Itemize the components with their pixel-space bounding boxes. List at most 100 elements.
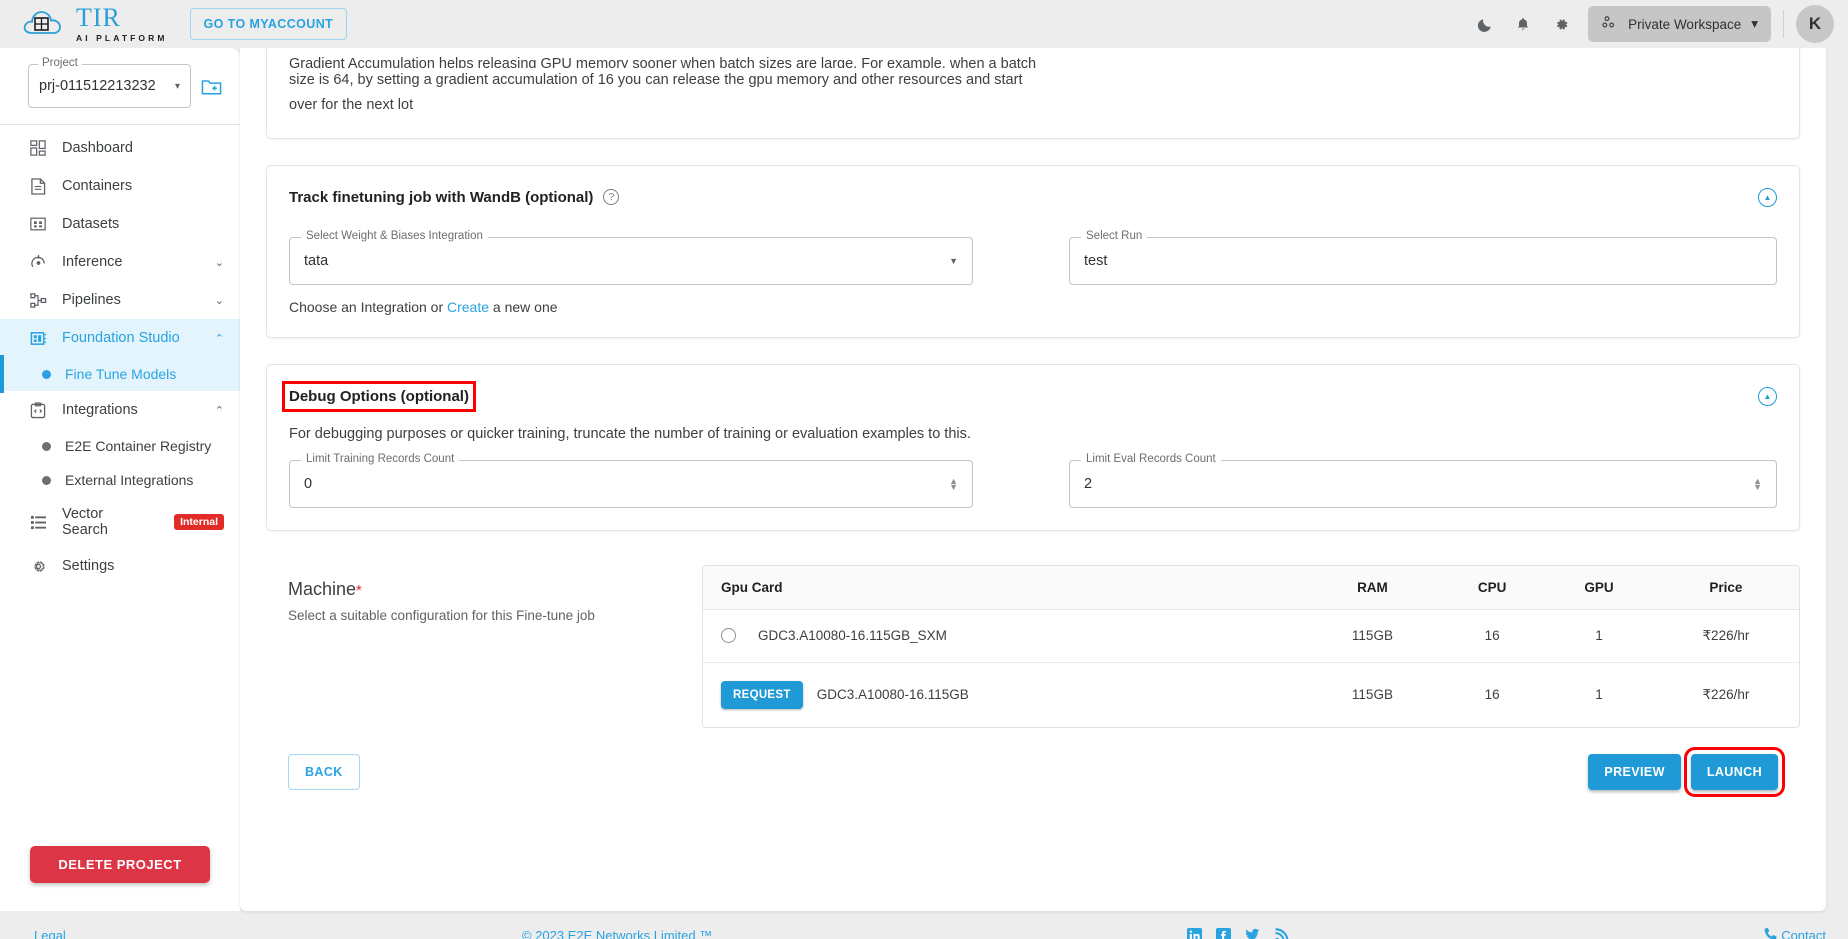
- required-marker: *: [356, 581, 362, 599]
- wandb-note-suffix: a new one: [489, 298, 558, 315]
- project-value: prj-011512213232: [39, 78, 156, 94]
- sidebar-item-containers[interactable]: Containers: [0, 167, 240, 205]
- question-mark-icon[interactable]: ?: [603, 189, 620, 206]
- sidebar-item-integrations[interactable]: Integrations ⌃: [0, 391, 240, 429]
- stepper-down-icon[interactable]: ▼: [1753, 482, 1762, 491]
- limit-eval-records-value: 2: [1084, 475, 1093, 492]
- debug-options-title: Debug Options (optional): [282, 380, 476, 412]
- machine-table: Gpu Card RAM CPU GPU Price GDC3.A10080-1…: [703, 565, 1799, 727]
- facebook-icon[interactable]: [1216, 927, 1232, 939]
- go-to-myaccount-button[interactable]: GO TO MYACCOUNT: [189, 8, 348, 40]
- wandb-note-prefix: Choose an Integration or: [289, 298, 447, 315]
- table-row[interactable]: REQUEST GDC3.A10080-16.115GB 115GB 16 1 …: [703, 662, 1799, 727]
- sidebar-item-fine-tune-models[interactable]: Fine Tune Models: [0, 355, 240, 393]
- wandb-card-header: Track finetuning job with WandB (optiona…: [267, 166, 1799, 211]
- limit-eval-records-legend: Limit Eval Records Count: [1081, 452, 1221, 465]
- create-integration-link[interactable]: Create: [447, 299, 489, 315]
- table-row[interactable]: GDC3.A10080-16.115GB_SXM 115GB 16 1 ₹226…: [703, 609, 1799, 663]
- new-folder-icon[interactable]: [201, 77, 222, 96]
- legal-link-wrap: Legal: [22, 928, 222, 939]
- page-footer: Legal © 2023 E2E Networks Limited ™ Cont…: [0, 911, 1848, 939]
- sidebar-item-settings[interactable]: Settings: [0, 547, 240, 585]
- machine-title: Machine*: [288, 579, 702, 600]
- machine-info: Machine* Select a suitable configuration…: [266, 565, 702, 728]
- divider: [1783, 10, 1784, 38]
- settings-gear-icon: [28, 556, 48, 576]
- contact-link[interactable]: Contact: [1764, 927, 1826, 939]
- gear-icon[interactable]: [1542, 5, 1580, 43]
- wandb-integration-select[interactable]: Select Weight & Biases Integration tata …: [289, 229, 973, 285]
- avatar[interactable]: K: [1796, 5, 1834, 43]
- sidebar-item-foundation-studio[interactable]: Foundation Studio ⌃: [0, 319, 240, 357]
- chevron-up-icon: ⌃: [214, 332, 224, 345]
- sidebar-item-label: Dashboard: [62, 140, 133, 156]
- debug-description: For debugging purposes or quicker traini…: [289, 425, 971, 442]
- launch-button[interactable]: LAUNCH: [1683, 746, 1786, 797]
- sidebar-item-label: Settings: [62, 558, 115, 574]
- brand-tagline: AI PLATFORM: [76, 33, 168, 44]
- primary-actions: PREVIEW LAUNCH: [1588, 746, 1786, 797]
- machine-section: Machine* Select a suitable configuration…: [266, 557, 1800, 728]
- chevron-down-icon: ⌄: [214, 294, 224, 307]
- contact-label: Contact: [1781, 927, 1826, 939]
- sidebar-item-pipelines[interactable]: Pipelines ⌄: [0, 281, 240, 319]
- wandb-run-input[interactable]: Select Run test: [1069, 229, 1777, 285]
- workspace-selector[interactable]: Private Workspace ▾: [1588, 6, 1771, 42]
- foundation-studio-icon: [28, 328, 48, 348]
- limit-training-records-value: 0: [304, 475, 313, 492]
- bullet-icon: [42, 369, 51, 379]
- wandb-integration-legend: Select Weight & Biases Integration: [301, 229, 488, 242]
- sidebar-item-e2e-container-registry[interactable]: E2E Container Registry: [0, 429, 240, 463]
- delete-project-button[interactable]: DELETE PROJECT: [30, 846, 210, 883]
- gpu-count-cell: 1: [1545, 609, 1653, 663]
- request-button[interactable]: REQUEST: [721, 680, 803, 709]
- sidebar-item-dashboard[interactable]: Dashboard: [0, 129, 240, 167]
- linkedin-icon[interactable]: [1187, 927, 1203, 939]
- brand-name: TIR: [76, 3, 121, 33]
- limit-training-records-input[interactable]: Limit Training Records Count 0 ▲ ▼: [289, 452, 973, 508]
- gradient-note-line-3: over for the next lot: [289, 96, 414, 113]
- gpu-radio-button[interactable]: [721, 628, 736, 644]
- bell-icon[interactable]: [1504, 5, 1542, 43]
- wandb-run-legend: Select Run: [1081, 229, 1148, 242]
- collapse-up-icon[interactable]: ▲: [1758, 187, 1777, 207]
- vector-search-icon: [28, 512, 48, 532]
- project-select[interactable]: Project prj-011512213232 ▾: [28, 57, 191, 108]
- legal-link[interactable]: Legal: [34, 928, 66, 939]
- bullet-icon: [42, 475, 51, 485]
- twitter-icon[interactable]: [1245, 928, 1260, 939]
- sidebar-item-inference[interactable]: Inference ⌄: [0, 243, 240, 281]
- debug-options-card: Debug Options (optional) ▲ For debugging…: [266, 363, 1800, 531]
- column-header-gpu: GPU: [1545, 565, 1653, 610]
- gpu-card-cell: GDC3.A10080-16.115GB_SXM: [703, 609, 1306, 663]
- collapse-up-icon[interactable]: ▲: [1758, 386, 1777, 406]
- preview-button[interactable]: PREVIEW: [1588, 753, 1681, 790]
- brand-logo: TIR AI PLATFORM: [22, 5, 168, 43]
- number-stepper[interactable]: ▲ ▼: [1753, 476, 1762, 491]
- workspace-icon: [1601, 14, 1618, 34]
- copyright-text: © 2023 E2E Networks Limited ™: [522, 927, 713, 939]
- sidebar: Project prj-011512213232 ▾ Dashboard Con…: [0, 48, 240, 911]
- moon-icon[interactable]: [1466, 5, 1504, 43]
- sidebar-divider: [0, 124, 240, 125]
- number-stepper[interactable]: ▲ ▼: [949, 476, 958, 491]
- sidebar-subitem-label: E2E Container Registry: [65, 438, 212, 454]
- main-content: Gradient Accumulation helps releasing GP…: [240, 48, 1826, 911]
- chevron-down-icon: ▾: [174, 80, 180, 92]
- table-body: GDC3.A10080-16.115GB_SXM 115GB 16 1 ₹226…: [703, 609, 1799, 727]
- stepper-down-icon[interactable]: ▼: [949, 482, 958, 491]
- bullet-icon: [42, 441, 51, 451]
- gradient-note-line-2: size is 64, by setting a gradient accumu…: [289, 72, 1023, 88]
- rss-icon[interactable]: [1274, 928, 1289, 939]
- wandb-integration-value: tata: [304, 252, 329, 269]
- sidebar-item-datasets[interactable]: Datasets: [0, 205, 240, 243]
- workspace-label: Private Workspace: [1628, 16, 1742, 32]
- sidebar-item-vector-search[interactable]: Vector Search Internal: [0, 497, 240, 547]
- limit-eval-records-input[interactable]: Limit Eval Records Count 2 ▲ ▼: [1069, 452, 1777, 508]
- sidebar-item-label: Integrations: [62, 402, 138, 418]
- limit-training-records-legend: Limit Training Records Count: [301, 452, 460, 465]
- sidebar-item-external-integrations[interactable]: External Integrations: [0, 463, 240, 497]
- back-button[interactable]: BACK: [288, 753, 360, 790]
- wandb-helper-note: Choose an Integration or Create a new on…: [267, 285, 1799, 337]
- table-head: Gpu Card RAM CPU GPU Price: [703, 565, 1799, 610]
